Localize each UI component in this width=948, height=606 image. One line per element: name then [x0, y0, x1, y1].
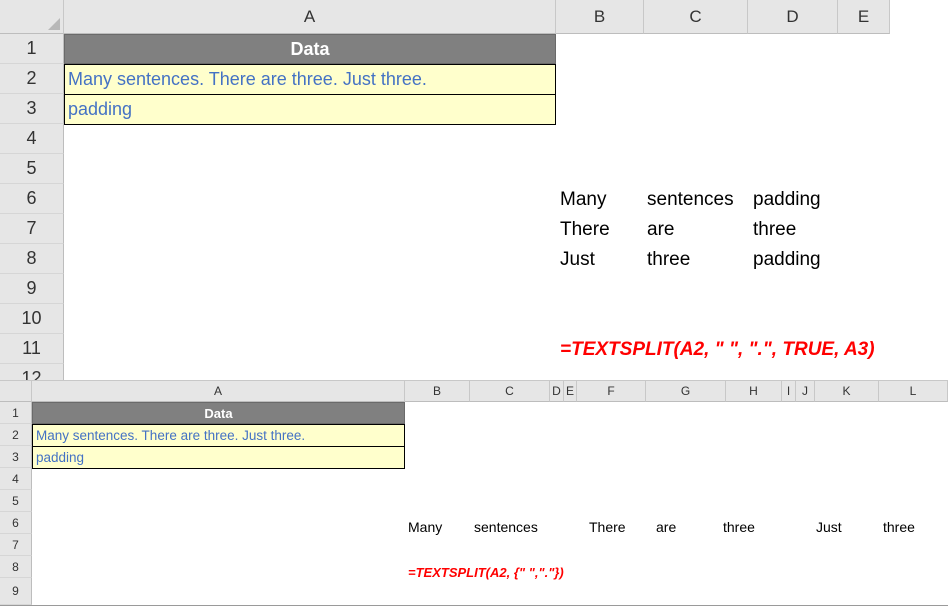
cell-a3[interactable]: padding: [32, 446, 405, 469]
result-cell-b6[interactable]: Many: [560, 189, 606, 211]
cell-a1-header[interactable]: Data: [64, 34, 556, 64]
result-cell-b7[interactable]: There: [560, 219, 610, 241]
column-header-f[interactable]: F: [577, 381, 646, 402]
column-header-c[interactable]: C: [470, 381, 550, 402]
result-cell-c6[interactable]: sentences: [474, 519, 538, 535]
result-cell-d6[interactable]: padding: [753, 189, 821, 211]
row-header-4[interactable]: 4: [0, 468, 32, 490]
row-header-3[interactable]: 3: [0, 446, 32, 468]
row-header-5[interactable]: 5: [0, 154, 64, 184]
result-cell-d8[interactable]: padding: [753, 249, 821, 271]
row-header-11[interactable]: 11: [0, 334, 64, 364]
result-cell-c7[interactable]: are: [647, 219, 674, 241]
column-header-a[interactable]: A: [32, 381, 405, 402]
row-header-8[interactable]: 8: [0, 244, 64, 274]
row-header-6[interactable]: 6: [0, 512, 32, 534]
result-cell-c6[interactable]: sentences: [647, 189, 734, 211]
row-header-5[interactable]: 5: [0, 490, 32, 512]
cell-a2[interactable]: Many sentences. There are three. Just th…: [64, 64, 556, 95]
result-cell-f6[interactable]: There: [589, 519, 626, 535]
result-cell-k6[interactable]: Just: [816, 519, 842, 535]
row-header-2[interactable]: 2: [0, 424, 32, 446]
result-cell-c8[interactable]: three: [647, 249, 690, 271]
result-cell-g6[interactable]: are: [656, 519, 676, 535]
cell-a3[interactable]: padding: [64, 94, 556, 125]
column-header-l[interactable]: L: [879, 381, 948, 402]
result-cell-b6[interactable]: Many: [408, 519, 442, 535]
column-header-e[interactable]: E: [564, 381, 577, 402]
column-header-d[interactable]: D: [550, 381, 564, 402]
row-header-1[interactable]: 1: [0, 402, 32, 424]
row-header-1[interactable]: 1: [0, 34, 64, 64]
column-header-h[interactable]: H: [726, 381, 782, 402]
row-header-7[interactable]: 7: [0, 214, 64, 244]
row-header-9[interactable]: 9: [0, 274, 64, 304]
result-cell-d7[interactable]: three: [753, 219, 796, 241]
column-header-j[interactable]: J: [796, 381, 815, 402]
result-cell-l6[interactable]: three: [883, 519, 915, 535]
spreadsheet-top: A B C D E 1 2 3 4 5 6 7 8 9 10 11 12 Dat…: [0, 0, 890, 380]
formula-note: =TEXTSPLIT(A2, " ", ".", TRUE, A3): [560, 339, 875, 360]
row-header-12[interactable]: 12: [0, 364, 64, 380]
column-header-b[interactable]: B: [405, 381, 470, 402]
row-header-6[interactable]: 6: [0, 184, 64, 214]
result-cell-h6[interactable]: three: [723, 519, 755, 535]
select-all-corner[interactable]: [0, 0, 64, 34]
row-header-3[interactable]: 3: [0, 94, 64, 124]
row-header-4[interactable]: 4: [0, 124, 64, 154]
corner-triangle-icon: [48, 18, 60, 30]
select-all-corner[interactable]: [0, 381, 32, 402]
column-header-d[interactable]: D: [748, 0, 838, 34]
spreadsheet-bottom: A B C D E F G H I J K L 1 2 3 4 5 6 7 8 …: [0, 380, 948, 606]
column-header-g[interactable]: G: [646, 381, 726, 402]
column-header-c[interactable]: C: [644, 0, 748, 34]
row-header-10[interactable]: 10: [0, 304, 64, 334]
cell-a2[interactable]: Many sentences. There are three. Just th…: [32, 424, 405, 447]
column-header-a[interactable]: A: [64, 0, 556, 34]
cell-a1-header[interactable]: Data: [32, 402, 405, 424]
row-header-2[interactable]: 2: [0, 64, 64, 94]
column-header-i[interactable]: I: [782, 381, 796, 402]
column-header-e[interactable]: E: [838, 0, 890, 34]
column-header-k[interactable]: K: [815, 381, 879, 402]
row-header-9[interactable]: 9: [0, 578, 32, 605]
column-header-b[interactable]: B: [556, 0, 644, 34]
row-header-8[interactable]: 8: [0, 556, 32, 578]
result-cell-b8[interactable]: Just: [560, 249, 595, 271]
row-header-7[interactable]: 7: [0, 534, 32, 556]
formula-note: =TEXTSPLIT(A2, {" ","."}): [408, 565, 564, 580]
